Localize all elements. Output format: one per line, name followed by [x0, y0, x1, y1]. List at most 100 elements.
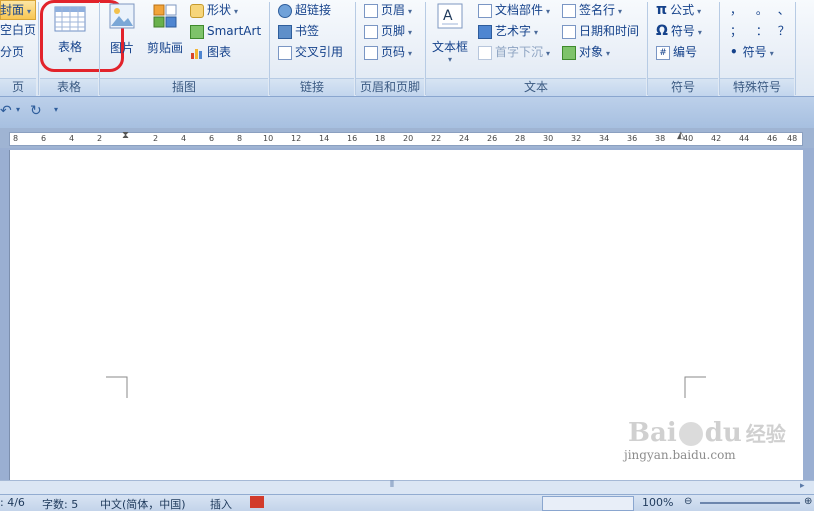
globe-link-icon: [278, 3, 292, 18]
number-label: 编号: [673, 45, 698, 59]
table-group-label: 表格: [40, 78, 98, 96]
pages-group-label: 页: [0, 78, 36, 96]
ruler-tick: 8: [13, 134, 19, 143]
ruler-tick: 10: [263, 134, 274, 143]
zoom-slider[interactable]: [700, 502, 800, 504]
ruler-tick: 20: [403, 134, 414, 143]
group-separator: [795, 2, 796, 95]
ruler-tick: 32: [571, 134, 582, 143]
page-break-button[interactable]: 分页: [0, 42, 24, 62]
symbol-label: 符号: [670, 24, 695, 38]
status-page[interactable]: : 4/6: [0, 496, 25, 509]
header-footer-group-label: 页眉和页脚: [356, 78, 424, 96]
ribbon: 封面 ▾ 空白页 分页 页 表格 ▾ 表格 图片 剪贴画 形状 ▾ SmartA…: [0, 0, 814, 96]
picture-button[interactable]: 图片: [104, 2, 140, 72]
ruler-tick: 28: [515, 134, 526, 143]
special-char-semicolon[interactable]: ；: [730, 24, 742, 38]
header-button[interactable]: 页眉 ▾: [364, 0, 412, 20]
number-button[interactable]: # 编号: [656, 42, 697, 62]
quickparts-button[interactable]: 文档部件 ▾: [478, 0, 550, 20]
horizontal-scrollbar[interactable]: ⦀ ▸: [0, 480, 814, 494]
textbox-button[interactable]: A 文本框 ▾: [428, 2, 472, 72]
clipart-label: 剪贴画: [146, 41, 183, 55]
special-symbol-button[interactable]: • 符号 ▾: [730, 42, 774, 62]
special-char-pause[interactable]: 、: [778, 3, 790, 17]
zoom-in-icon[interactable]: ⊕: [804, 496, 812, 507]
clipart-button[interactable]: 剪贴画: [144, 2, 186, 72]
textbox-label: 文本框: [431, 40, 468, 54]
ruler-tick: 46: [767, 134, 778, 143]
ruler-tick: 22: [431, 134, 442, 143]
margin-corner-mark: [106, 376, 128, 398]
bookmark-icon: [278, 24, 292, 39]
bookmark-label: 书签: [295, 24, 320, 38]
undo-dropdown-arrow-icon[interactable]: ▾: [16, 105, 20, 114]
dropdown-arrow-icon: ▾: [447, 55, 452, 64]
scroll-grip-icon[interactable]: ⦀: [390, 480, 394, 490]
blank-page-button[interactable]: 空白页: [0, 20, 36, 40]
wordart-button[interactable]: 艺术字 ▾: [478, 21, 538, 41]
special-char-comma[interactable]: ，: [730, 3, 742, 17]
signature-icon: [562, 3, 576, 18]
page-number-button[interactable]: 页码 ▾: [364, 42, 412, 62]
links-group-label: 链接: [270, 78, 354, 96]
chart-button[interactable]: 图表: [190, 42, 231, 62]
smartart-label: SmartArt: [207, 24, 262, 38]
crossref-button[interactable]: 交叉引用: [278, 42, 343, 62]
dropdown-arrow-icon: ▾: [408, 49, 413, 58]
smartart-button[interactable]: SmartArt: [190, 21, 261, 41]
dropcap-button[interactable]: 首字下沉 ▾: [478, 42, 550, 62]
crossref-label: 交叉引用: [295, 45, 344, 59]
dropcap-icon: [478, 45, 492, 60]
dropdown-arrow-icon: ▾: [408, 28, 413, 37]
ruler-tick: 30: [543, 134, 554, 143]
special-char-colon[interactable]: ：: [756, 24, 768, 38]
shapes-button[interactable]: 形状 ▾: [190, 0, 238, 20]
macro-record-icon[interactable]: [250, 496, 264, 508]
pi-icon: π: [656, 2, 668, 18]
equation-button[interactable]: π 公式 ▾: [656, 0, 701, 20]
redo-icon[interactable]: ↻: [30, 103, 42, 119]
group-separator: [38, 2, 39, 95]
calendar-icon: [562, 24, 576, 39]
footer-icon: [364, 24, 378, 39]
chart-icon: [191, 48, 202, 59]
dropdown-arrow-icon: ▾: [546, 49, 551, 58]
ruler-tick: 24: [459, 134, 470, 143]
smartart-icon: [190, 24, 204, 39]
watermark-brand-2: du: [704, 418, 742, 448]
dropdown-arrow-icon: ▾: [606, 49, 611, 58]
datetime-button[interactable]: 日期和时间: [562, 21, 639, 41]
signature-button[interactable]: 签名行 ▾: [562, 0, 622, 20]
object-button[interactable]: 对象 ▾: [562, 42, 610, 62]
object-icon: [562, 45, 576, 60]
undo-icon[interactable]: ↶: [0, 103, 12, 119]
ruler-tick: 2: [153, 134, 159, 143]
symbol-button[interactable]: Ω 符号 ▾: [656, 21, 702, 41]
dropdown-arrow-icon: ▾: [618, 7, 623, 16]
special-char-period[interactable]: 。: [756, 3, 768, 17]
horizontal-ruler[interactable]: 8 6 4 2 ⧗ 2 4 6 8 10 12 14 16 18 20 22 2…: [9, 130, 803, 146]
status-zoom[interactable]: 100%: [642, 496, 673, 509]
customize-qat-arrow-icon[interactable]: ▾: [54, 105, 58, 114]
indent-marker-icon[interactable]: ⧗: [122, 130, 129, 141]
cover-page-button[interactable]: 封面 ▾: [0, 0, 31, 20]
scroll-right-arrow-icon[interactable]: ▸: [800, 481, 805, 491]
watermark-suffix: 经验: [745, 422, 786, 446]
bookmark-button[interactable]: 书签: [278, 21, 319, 41]
cover-page-label: 封面: [0, 3, 25, 17]
illustrations-group-label: 插图: [100, 78, 268, 96]
hyperlink-button[interactable]: 超链接: [278, 0, 331, 20]
footer-button[interactable]: 页脚 ▾: [364, 21, 412, 41]
watermark-brand: Bai: [628, 418, 677, 448]
blank-page-label: 空白页: [0, 23, 37, 37]
dropdown-arrow-icon: ▾: [697, 7, 702, 16]
ruler-tick: 44: [739, 134, 750, 143]
object-label: 对象: [579, 45, 604, 59]
zoom-out-icon[interactable]: ⊖: [684, 496, 692, 507]
view-buttons[interactable]: [542, 496, 634, 511]
page-number-label: 页码: [381, 45, 406, 59]
header-label: 页眉: [381, 3, 406, 17]
crossref-icon: [278, 45, 292, 60]
special-char-question[interactable]: ？: [778, 24, 790, 38]
